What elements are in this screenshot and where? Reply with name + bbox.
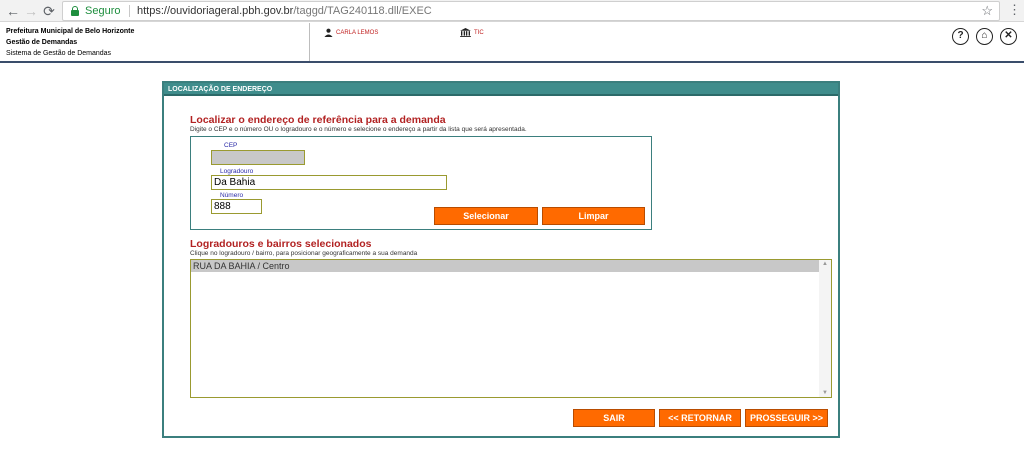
select-button[interactable]: Selecionar	[434, 207, 538, 225]
header-divider	[0, 61, 1024, 63]
clear-button[interactable]: Limpar	[542, 207, 645, 225]
cep-label: CEP	[224, 142, 238, 149]
url-separator	[129, 5, 130, 17]
module-name: Gestão de Demandas	[6, 39, 78, 46]
home-icon[interactable]: ⌂	[976, 28, 993, 45]
unit-name: TIC	[474, 29, 484, 36]
building-icon	[460, 28, 471, 37]
bookmark-star-icon[interactable]: ☆	[981, 3, 993, 19]
url-domain: https://ouvidoriageral.pbh.gov.br	[137, 5, 294, 17]
logradouro-label: Logradouro	[220, 168, 254, 175]
unit-info: TIC	[460, 28, 484, 37]
user-info: CARLA LEMOS	[324, 28, 378, 37]
search-section-hint: Digite o CEP e o número OU o logradouro …	[190, 126, 527, 133]
numero-label: Número	[220, 192, 244, 199]
address-bar[interactable]: Seguro https://ouvidoriageral.pbh.gov.br…	[62, 1, 1000, 21]
org-name: Prefeitura Municipal de Belo Horizonte	[6, 28, 135, 35]
close-icon[interactable]: ✕	[1000, 28, 1017, 45]
next-button[interactable]: PROSSEGUIR >>	[745, 409, 828, 427]
browser-toolbar: ← → ⟳ Seguro https://ouvidoriageral.pbh.…	[0, 0, 1024, 22]
list-item[interactable]: RUA DA BAHIA / Centro	[191, 260, 819, 272]
search-form: CEP Logradouro Da Bahia Número 888 Selec…	[190, 136, 652, 230]
system-name: Sistema de Gestão de Demandas	[6, 50, 112, 57]
url-path: /taggd/TAG240118.dll/EXEC	[293, 5, 432, 17]
help-icon[interactable]: ?	[952, 28, 969, 45]
back-button[interactable]: << RETORNAR	[659, 409, 741, 427]
results-section-title: Logradouros e bairros selecionados	[190, 238, 372, 250]
scroll-up-icon[interactable]: ▲	[822, 261, 828, 267]
panel-title: LOCALIZAÇÃO DE ENDEREÇO	[164, 83, 838, 96]
list-scrollbar[interactable]: ▲ ▼	[819, 260, 831, 397]
url-text: https://ouvidoriageral.pbh.gov.br/taggd/…	[137, 5, 432, 17]
exit-button[interactable]: SAIR	[573, 409, 655, 427]
results-section-hint: Clique no logradouro / bairro, para posi…	[190, 250, 418, 257]
scroll-down-icon[interactable]: ▼	[822, 390, 828, 396]
browser-menu-icon[interactable]: ⋮	[1008, 2, 1021, 18]
numero-field[interactable]: 888	[211, 199, 262, 214]
cep-field[interactable]	[211, 150, 305, 165]
app-header: Prefeitura Municipal de Belo Horizonte G…	[0, 23, 1024, 63]
org-block: Prefeitura Municipal de Belo Horizonte G…	[0, 23, 310, 61]
logradouro-field[interactable]: Da Bahia	[211, 175, 447, 190]
user-name: CARLA LEMOS	[336, 29, 379, 36]
results-list[interactable]: RUA DA BAHIA / Centro ▲ ▼	[190, 259, 832, 398]
search-section-title: Localizar o endereço de referência para …	[190, 114, 446, 126]
address-location-panel: LOCALIZAÇÃO DE ENDEREÇO Localizar o ende…	[162, 81, 840, 438]
back-arrow-icon[interactable]: ←	[4, 2, 22, 20]
lock-icon	[71, 6, 79, 16]
forward-arrow-icon[interactable]: →	[22, 2, 40, 20]
secure-label: Seguro	[85, 5, 121, 17]
user-icon	[324, 28, 333, 37]
reload-icon[interactable]: ⟳	[40, 2, 58, 20]
